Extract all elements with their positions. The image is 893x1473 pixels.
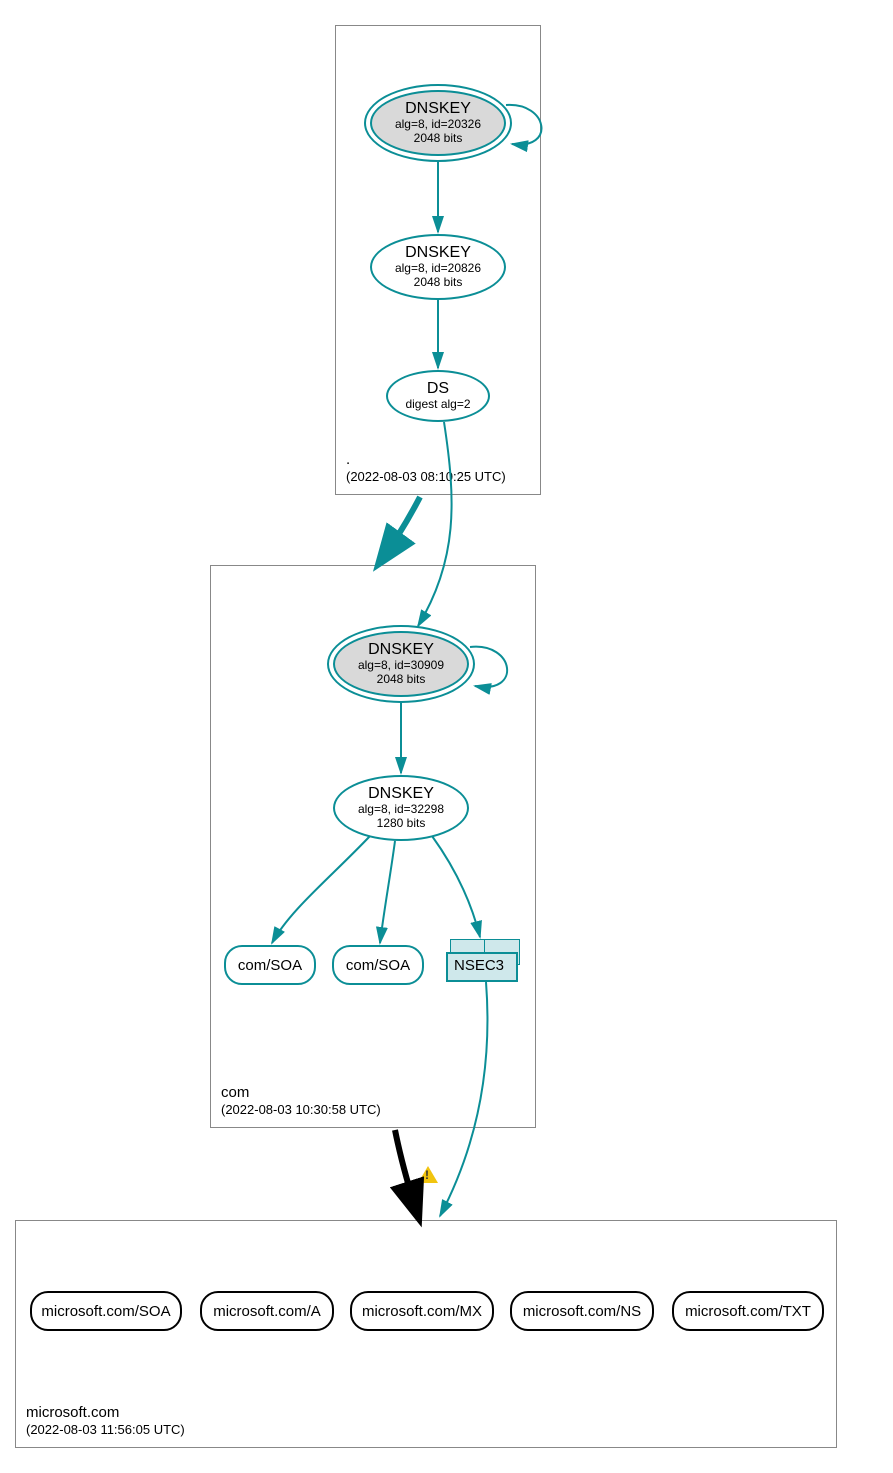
com-zsk-title: DNSKEY bbox=[368, 785, 434, 803]
zone-microsoft: microsoft.com (2022-08-03 11:56:05 UTC) bbox=[15, 1220, 837, 1448]
zone-root-name: . bbox=[346, 450, 506, 470]
root-ds-node: DS digest alg=2 bbox=[386, 370, 490, 422]
zone-microsoft-label: microsoft.com (2022-08-03 11:56:05 UTC) bbox=[26, 1403, 185, 1439]
root-zsk-node: DNSKEY alg=8, id=20826 2048 bits bbox=[370, 234, 506, 300]
zone-microsoft-name: microsoft.com bbox=[26, 1403, 185, 1423]
rrset-txt: microsoft.com/TXT bbox=[672, 1291, 824, 1331]
rrset-mx: microsoft.com/MX bbox=[350, 1291, 494, 1331]
com-ksk-title: DNSKEY bbox=[368, 641, 434, 659]
root-ds-alg: digest alg=2 bbox=[405, 398, 470, 412]
root-zsk-bits: 2048 bits bbox=[414, 276, 463, 290]
rrset-ns: microsoft.com/NS bbox=[510, 1291, 654, 1331]
root-ksk-alg: alg=8, id=20326 bbox=[395, 118, 481, 132]
root-zsk-alg: alg=8, id=20826 bbox=[395, 262, 481, 276]
com-zsk-bits: 1280 bits bbox=[377, 817, 426, 831]
root-ds-title: DS bbox=[427, 380, 449, 398]
zone-com-name: com bbox=[221, 1083, 381, 1103]
com-ksk-node: DNSKEY alg=8, id=30909 2048 bits bbox=[333, 631, 469, 697]
zone-root-label: . (2022-08-03 08:10:25 UTC) bbox=[346, 450, 506, 486]
com-ksk-alg: alg=8, id=30909 bbox=[358, 659, 444, 673]
zone-root-timestamp: (2022-08-03 08:10:25 UTC) bbox=[346, 469, 506, 486]
root-ksk-bits: 2048 bits bbox=[414, 132, 463, 146]
com-zsk-node: DNSKEY alg=8, id=32298 1280 bits bbox=[333, 775, 469, 841]
root-ksk-node: DNSKEY alg=8, id=20326 2048 bits bbox=[370, 90, 506, 156]
root-zsk-title: DNSKEY bbox=[405, 244, 471, 262]
com-ksk-bits: 2048 bits bbox=[377, 673, 426, 687]
rrset-a: microsoft.com/A bbox=[200, 1291, 334, 1331]
nsec3-label: NSEC3 bbox=[454, 957, 504, 974]
edge-root-to-com-delegation bbox=[380, 497, 420, 562]
com-soa-rrset-2: com/SOA bbox=[332, 945, 424, 985]
com-soa-rrset-1: com/SOA bbox=[224, 945, 316, 985]
root-ksk-title: DNSKEY bbox=[405, 100, 471, 118]
zone-com-label: com (2022-08-03 10:30:58 UTC) bbox=[221, 1083, 381, 1119]
zone-com-timestamp: (2022-08-03 10:30:58 UTC) bbox=[221, 1102, 381, 1119]
edge-com-to-microsoft-delegation bbox=[395, 1130, 418, 1216]
warning-icon bbox=[418, 1166, 438, 1183]
zone-microsoft-timestamp: (2022-08-03 11:56:05 UTC) bbox=[26, 1422, 185, 1439]
com-zsk-alg: alg=8, id=32298 bbox=[358, 803, 444, 817]
rrset-soa: microsoft.com/SOA bbox=[30, 1291, 182, 1331]
